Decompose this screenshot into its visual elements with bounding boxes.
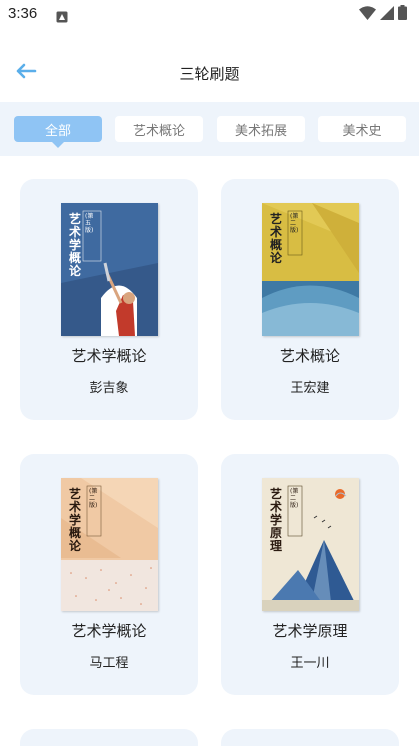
status-time: 3:36 [8, 5, 38, 22]
cover-title: 艺术概论 [270, 212, 283, 265]
tab-art-theory[interactable]: 艺术概论 [115, 116, 203, 142]
battery-icon [398, 4, 407, 24]
top-app-bar: 三轮刷题 [0, 48, 419, 98]
book-title: 艺术学原理 [272, 622, 348, 640]
book-cover: 艺术学概论 (第五版) [61, 203, 158, 336]
category-tabs: 全部 艺术概论 美术拓展 美术史 [0, 102, 419, 156]
status-bar: 3:36 [0, 0, 419, 30]
page-title: 三轮刷题 [179, 65, 240, 83]
tab-all[interactable]: 全部 [14, 116, 102, 142]
cover-title: 艺术学概论 [69, 212, 82, 278]
book-cover: 艺术概论 (第二版) [262, 203, 359, 336]
cover-edition: (第二版) [290, 213, 299, 234]
cover-title: 艺术学概论 [69, 487, 82, 553]
book-title: 艺术学概论 [71, 622, 147, 640]
book-card[interactable]: 艺术学概论 (第五版) 艺术学概论 彭吉象 [20, 179, 198, 420]
book-title: 艺术学概论 [71, 347, 147, 365]
wifi-icon [359, 5, 376, 24]
book-card[interactable]: 艺术概论 (第二版) 艺术概论 王宏建 [221, 179, 399, 420]
cover-title: 艺术学原理 [270, 487, 283, 553]
book-card-partial[interactable] [20, 729, 198, 746]
cover-edition: (第二版) [89, 488, 98, 509]
active-tab-indicator [52, 142, 64, 148]
cover-edition: (第五版) [85, 213, 94, 234]
tab-fine-arts-extension[interactable]: 美术拓展 [217, 116, 305, 142]
book-title: 艺术概论 [279, 347, 340, 365]
notification-icon [56, 8, 68, 23]
book-card[interactable]: 艺术学概论 (第二版) 艺术学概论 马工程 [20, 454, 198, 695]
book-cover: 艺术学原理 (第二版) [262, 478, 359, 611]
book-cover: 艺术学概论 (第二版) [61, 478, 158, 611]
book-author: 王宏建 [290, 381, 330, 396]
cover-edition: (第二版) [290, 488, 299, 509]
book-author: 彭吉象 [89, 381, 129, 396]
tab-art-history[interactable]: 美术史 [318, 116, 406, 142]
book-card-partial[interactable] [221, 729, 399, 746]
book-author: 王一川 [290, 656, 330, 671]
book-author: 马工程 [89, 656, 129, 671]
book-card[interactable]: 艺术学原理 (第二版) 艺术学原理 王一川 [221, 454, 399, 695]
signal-icon [380, 5, 394, 24]
